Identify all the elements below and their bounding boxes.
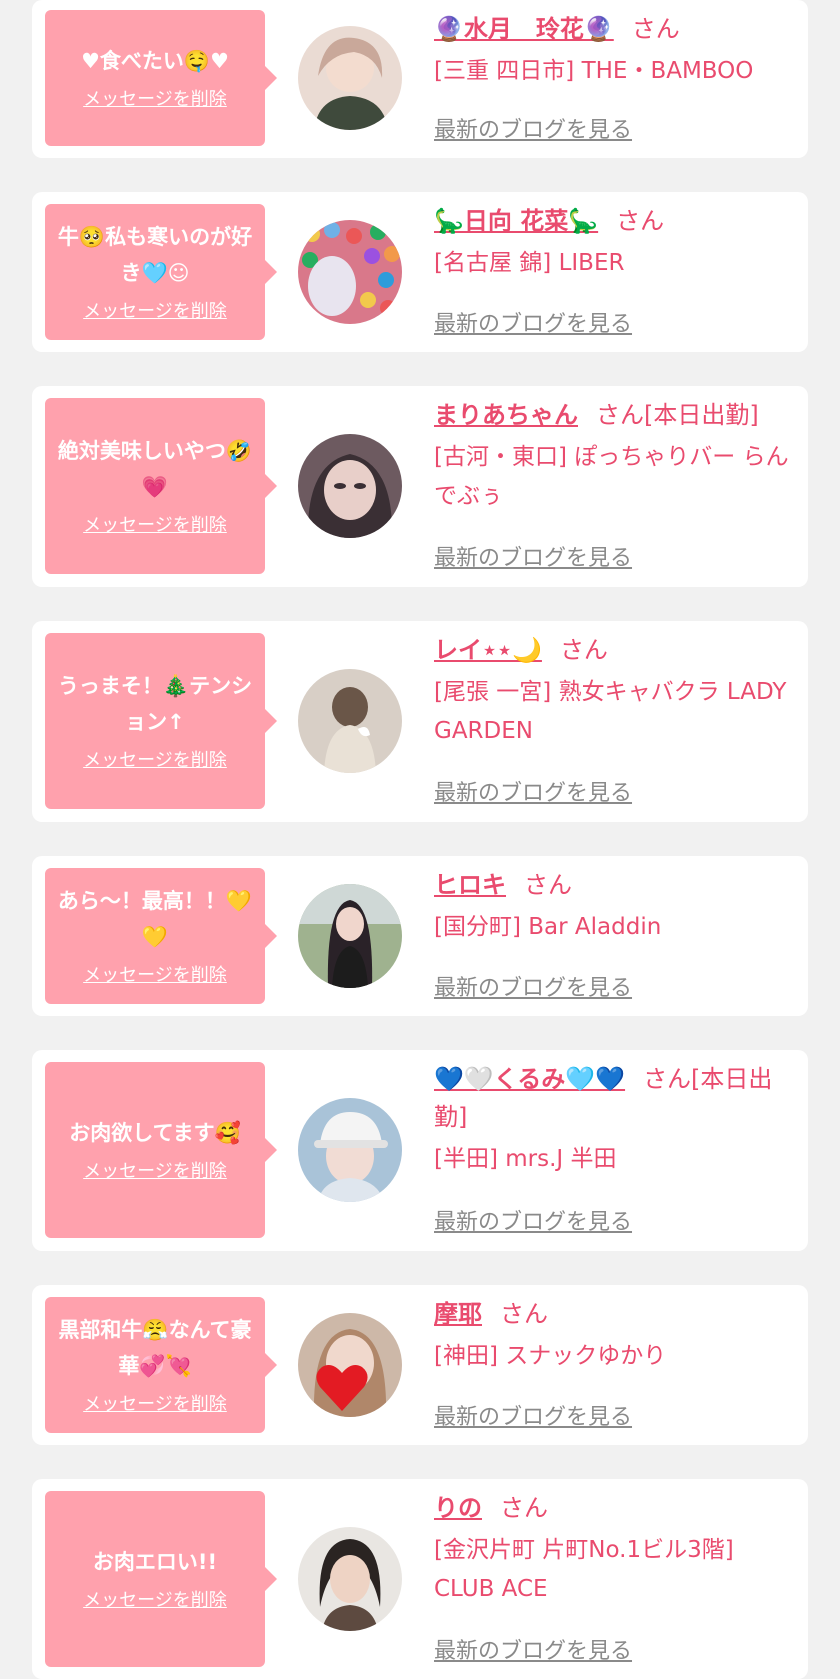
- message-text: 絶対美味しいやつ🤣💗: [57, 439, 253, 499]
- shop-name: [古河・東口] ぽっちゃりバー らんでぶぅ: [434, 444, 789, 509]
- message-text: お肉エロい!!: [92, 1550, 218, 1574]
- message-bubble: あら～！最高！！💛💛 メッセージを削除: [45, 868, 277, 1004]
- honorific: さん: [500, 1300, 548, 1328]
- sender-name-link[interactable]: ヒロキ: [434, 871, 506, 899]
- message-list: ♥食べたい🤤♥ メッセージを削除 🔮水月 玲花🔮 さん [三重 四日市] THE・…: [0, 0, 840, 1679]
- message-bubble: お肉エロい!! メッセージを削除: [45, 1491, 277, 1667]
- ball-pit-photo-icon: [298, 220, 402, 324]
- sender-name-line: 💙🤍くるみ🩵💙 さん[本日出勤]: [434, 1060, 794, 1136]
- sender-name-link[interactable]: 🔮水月 玲花🔮: [434, 15, 614, 43]
- sender-name-link[interactable]: 摩耶: [434, 1300, 482, 1328]
- message-card: お肉エロい!! メッセージを削除 りの さん [金沢片町 片町No.1ビル3階] …: [32, 1479, 808, 1679]
- sender-name-line: レイ⋆⋆🌙 さん: [434, 631, 794, 669]
- sender-info: りの さん [金沢片町 片町No.1ビル3階] CLUB ACE: [434, 1489, 794, 1609]
- sender-info: 🦕日向 花菜🦕 さん [名古屋 錦] LIBER: [434, 202, 794, 283]
- honorific: さん: [559, 636, 608, 664]
- sender-info: まりあちゃん さん[本日出勤] [古河・東口] ぽっちゃりバー らんでぶぅ: [434, 396, 794, 516]
- message-card: お肉欲してます🥰 メッセージを削除 💙🤍くるみ🩵💙 さん[本日出勤] [半田] m…: [32, 1050, 808, 1251]
- avatar[interactable]: [298, 1098, 402, 1202]
- avatar[interactable]: [298, 1527, 402, 1631]
- sender-name-line: 🦕日向 花菜🦕 さん: [434, 202, 794, 240]
- woman-photo-icon: [298, 26, 402, 130]
- delete-message-link[interactable]: メッセージを削除: [83, 1586, 227, 1612]
- message-text: 黒部和牛😤なんて豪華💞💘: [58, 1318, 252, 1378]
- sender-info: ヒロキ さん [国分町] Bar Aladdin: [434, 866, 794, 947]
- woman-back-photo-icon: [298, 669, 402, 773]
- latest-blog-link[interactable]: 最新のブログを見る: [434, 540, 632, 572]
- latest-blog-link[interactable]: 最新のブログを見る: [434, 1399, 632, 1431]
- sender-info: 💙🤍くるみ🩵💙 さん[本日出勤] [半田] mrs.J 半田: [434, 1060, 794, 1179]
- honorific: さん[本日出勤]: [596, 401, 759, 429]
- delete-message-link[interactable]: メッセージを削除: [83, 961, 227, 987]
- delete-message-link[interactable]: メッセージを削除: [83, 85, 227, 111]
- shop-name: [三重 四日市] THE・BAMBOO: [434, 58, 754, 84]
- delete-message-link[interactable]: メッセージを削除: [83, 746, 227, 772]
- avatar[interactable]: [298, 434, 402, 538]
- honorific: さん: [616, 207, 665, 235]
- sender-info: 摩耶 さん [神田] スナックゆかり: [434, 1295, 794, 1376]
- woman-photo-icon: [298, 434, 402, 538]
- sender-name-line: 🔮水月 玲花🔮 さん: [434, 10, 794, 48]
- honorific: さん: [631, 15, 680, 43]
- heart-photo-icon: [298, 1313, 402, 1417]
- delete-message-link[interactable]: メッセージを削除: [83, 297, 227, 323]
- message-bubble: 黒部和牛😤なんて豪華💞💘 メッセージを削除: [45, 1297, 277, 1433]
- delete-message-link[interactable]: メッセージを削除: [83, 1390, 227, 1416]
- avatar[interactable]: [298, 884, 402, 988]
- sender-name-link[interactable]: レイ⋆⋆🌙: [434, 636, 542, 664]
- message-card: 絶対美味しいやつ🤣💗 メッセージを削除 まりあちゃん さん[本日出勤] [古河・東…: [32, 386, 808, 587]
- sender-info: 🔮水月 玲花🔮 さん [三重 四日市] THE・BAMBOO: [434, 10, 794, 91]
- latest-blog-link[interactable]: 最新のブログを見る: [434, 970, 632, 1002]
- avatar[interactable]: [298, 669, 402, 773]
- message-bubble: うっまそ！🎄テンション↑ メッセージを削除: [45, 633, 277, 809]
- shop-name: [金沢片町 片町No.1ビル3階] CLUB ACE: [434, 1537, 734, 1602]
- shop-name: [半田] mrs.J 半田: [434, 1146, 617, 1172]
- message-text: 牛🥺私も寒いのが好き🩵☺: [57, 225, 253, 285]
- woman-photo-icon: [298, 1527, 402, 1631]
- sender-name-link[interactable]: 💙🤍くるみ🩵💙: [434, 1065, 625, 1093]
- message-text: お肉欲してます🥰: [69, 1121, 241, 1145]
- message-card: ♥食べたい🤤♥ メッセージを削除 🔮水月 玲花🔮 さん [三重 四日市] THE・…: [32, 0, 808, 158]
- latest-blog-link[interactable]: 最新のブログを見る: [434, 112, 632, 144]
- message-bubble: 絶対美味しいやつ🤣💗 メッセージを削除: [45, 398, 277, 574]
- message-card: 牛🥺私も寒いのが好き🩵☺ メッセージを削除 🦕日向 花菜🦕 さん [名古屋 錦] …: [32, 192, 808, 352]
- message-text: ♥食べたい🤤♥: [81, 49, 229, 73]
- sender-name-link[interactable]: りの: [434, 1494, 482, 1522]
- delete-message-link[interactable]: メッセージを削除: [83, 1157, 227, 1183]
- message-bubble: お肉欲してます🥰 メッセージを削除: [45, 1062, 277, 1238]
- sender-info: レイ⋆⋆🌙 さん [尾張 一宮] 熟女キャバクラ LADY GARDEN: [434, 631, 794, 751]
- message-card: あら～！最高！！💛💛 メッセージを削除 ヒロキ さん [国分町] Bar Alad…: [32, 856, 808, 1016]
- sender-name-line: まりあちゃん さん[本日出勤]: [434, 396, 794, 434]
- delete-message-link[interactable]: メッセージを削除: [83, 511, 227, 537]
- latest-blog-link[interactable]: 最新のブログを見る: [434, 1204, 632, 1236]
- shop-name: [神田] スナックゆかり: [434, 1343, 667, 1369]
- sender-name-line: ヒロキ さん: [434, 866, 794, 904]
- shop-name: [尾張 一宮] 熟女キャバクラ LADY GARDEN: [434, 679, 787, 744]
- message-bubble: 牛🥺私も寒いのが好き🩵☺ メッセージを削除: [45, 204, 277, 340]
- message-text: あら～！最高！！💛💛: [57, 889, 253, 949]
- avatar[interactable]: [298, 1313, 402, 1417]
- message-card: 黒部和牛😤なんて豪華💞💘 メッセージを削除 摩耶 さん [神田] スナックゆかり …: [32, 1285, 808, 1445]
- message-card: うっまそ！🎄テンション↑ メッセージを削除 レイ⋆⋆🌙 さん [尾張 一宮] 熟女…: [32, 621, 808, 822]
- sender-name-line: 摩耶 さん: [434, 1295, 794, 1333]
- woman-cap-photo-icon: [298, 1098, 402, 1202]
- latest-blog-link[interactable]: 最新のブログを見る: [434, 775, 632, 807]
- honorific: さん: [500, 1494, 548, 1522]
- shop-name: [国分町] Bar Aladdin: [434, 914, 662, 940]
- avatar[interactable]: [298, 220, 402, 324]
- shop-name: [名古屋 錦] LIBER: [434, 250, 625, 276]
- message-bubble: ♥食べたい🤤♥ メッセージを削除: [45, 10, 277, 146]
- avatar[interactable]: [298, 26, 402, 130]
- message-text: うっまそ！🎄テンション↑: [57, 674, 253, 734]
- woman-photo-icon: [298, 884, 402, 988]
- sender-name-link[interactable]: 🦕日向 花菜🦕: [434, 207, 598, 235]
- sender-name-link[interactable]: まりあちゃん: [434, 401, 578, 429]
- sender-name-line: りの さん: [434, 1489, 794, 1527]
- latest-blog-link[interactable]: 最新のブログを見る: [434, 306, 632, 338]
- latest-blog-link[interactable]: 最新のブログを見る: [434, 1633, 632, 1665]
- honorific: さん: [524, 871, 572, 899]
